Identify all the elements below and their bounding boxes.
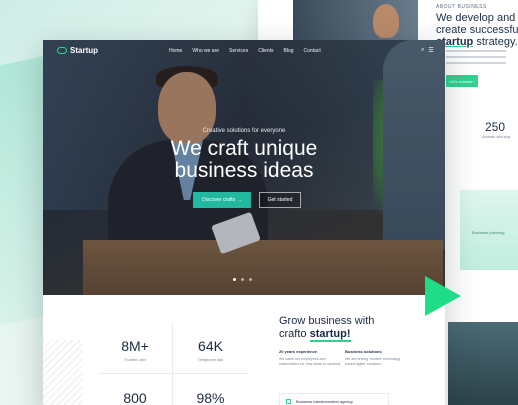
slider-dot[interactable]	[241, 278, 244, 281]
grow-title: Grow business with crafto startup!	[279, 315, 419, 342]
back-bottom-photo	[448, 322, 518, 405]
grow-title-text: Grow business with	[279, 315, 375, 327]
lower-section: 8M+ Trusted user 64K Telephone talk 800 …	[43, 295, 445, 405]
features: 20 years experience We value our employe…	[279, 349, 409, 367]
nav-item-contact[interactable]: Contact	[304, 48, 321, 54]
logo[interactable]: Startup	[57, 46, 98, 55]
stat-cell: 8M+ Trusted user	[98, 322, 173, 374]
back-title-end: strategy.	[476, 36, 518, 48]
back-title-line1: We develop and	[436, 12, 516, 24]
hero-buttons: Discover crafto → Get started	[193, 192, 301, 208]
back-paragraph	[446, 50, 506, 68]
agency-card[interactable]: Business transformation agency	[279, 393, 389, 405]
back-stat-label: Awards winning	[482, 134, 510, 139]
stat-value: 8M+	[121, 338, 149, 354]
discover-button[interactable]: Discover crafto →	[193, 192, 251, 208]
nav-icons: ⌕ ☰	[421, 47, 434, 54]
agency-card-label: Business transformation agency	[296, 398, 353, 404]
feature-item: Business solutions We are driving 'moder…	[345, 349, 409, 367]
slider-dots	[233, 278, 252, 281]
hero-section: Startup Home Who we are Services Clients…	[43, 40, 445, 295]
grow-title-brand: crafto	[279, 328, 307, 340]
nav-item-services[interactable]: Services	[229, 48, 248, 54]
feature-title: 20 years experience	[279, 349, 318, 354]
grow-title-accent: startup!	[309, 328, 351, 342]
stat-label: Telephone talk	[197, 357, 224, 362]
hero-eyebrow: Creative solutions for everyone	[202, 128, 286, 134]
play-triangle-icon	[425, 276, 461, 316]
nav-item-blog[interactable]: Blog	[284, 48, 294, 54]
stat-label: Trusted user	[123, 357, 147, 362]
menu-icon[interactable]: ☰	[428, 47, 433, 54]
hero-title: We craft unique business ideas	[43, 138, 445, 182]
back-title: We develop and create successful startup…	[436, 12, 518, 48]
feature-desc: We are driving 'modern technology based …	[345, 357, 401, 366]
back-hero-photo	[293, 0, 418, 40]
slider-dot[interactable]	[249, 278, 252, 281]
logo-text: Startup	[70, 46, 98, 55]
stats-grid: 8M+ Trusted user 64K Telephone talk 800 …	[98, 322, 248, 405]
get-started-button[interactable]: Get started	[259, 192, 301, 208]
search-icon[interactable]: ⌕	[421, 47, 424, 54]
slider-dot[interactable]	[233, 278, 236, 281]
stat-cell: 98%	[173, 374, 248, 405]
stat-value: 64K	[198, 338, 223, 354]
back-connect-button[interactable]: Let's connect ›	[446, 75, 478, 87]
nav-item-clients[interactable]: Clients	[258, 48, 273, 54]
feature-title: Business solutions	[345, 349, 382, 354]
feature-desc: We value our employees and stakeholders …	[279, 357, 342, 366]
back-title-line2: create successful	[436, 24, 518, 36]
nav-menu: Home Who we are Services Clients Blog Co…	[169, 48, 321, 54]
decorative-stripes	[43, 340, 83, 405]
nav-item-who-we-are[interactable]: Who we are	[192, 48, 219, 54]
hero-title-line1: We craft unique	[170, 137, 318, 160]
stat-cell: 64K Telephone talk	[173, 322, 248, 374]
person-face-image	[373, 4, 399, 38]
stat-value: 98%	[196, 390, 225, 405]
logo-icon	[57, 47, 67, 54]
stat-cell: 800	[98, 374, 173, 405]
stat-value: 800	[123, 390, 147, 405]
nav-item-home[interactable]: Home	[169, 48, 182, 54]
back-eyebrow: ABOUT BUSINESS	[436, 4, 487, 10]
navbar: Startup Home Who we are Services Clients…	[43, 46, 445, 60]
feature-item: 20 years experience We value our employe…	[279, 349, 343, 367]
back-stat-value: 250	[485, 120, 506, 134]
back-card-label: Business planning	[472, 230, 505, 235]
hero-title-line2: business ideas	[174, 159, 314, 182]
briefcase-icon	[286, 398, 291, 404]
main-page-mockup: Startup Home Who we are Services Clients…	[43, 40, 445, 405]
